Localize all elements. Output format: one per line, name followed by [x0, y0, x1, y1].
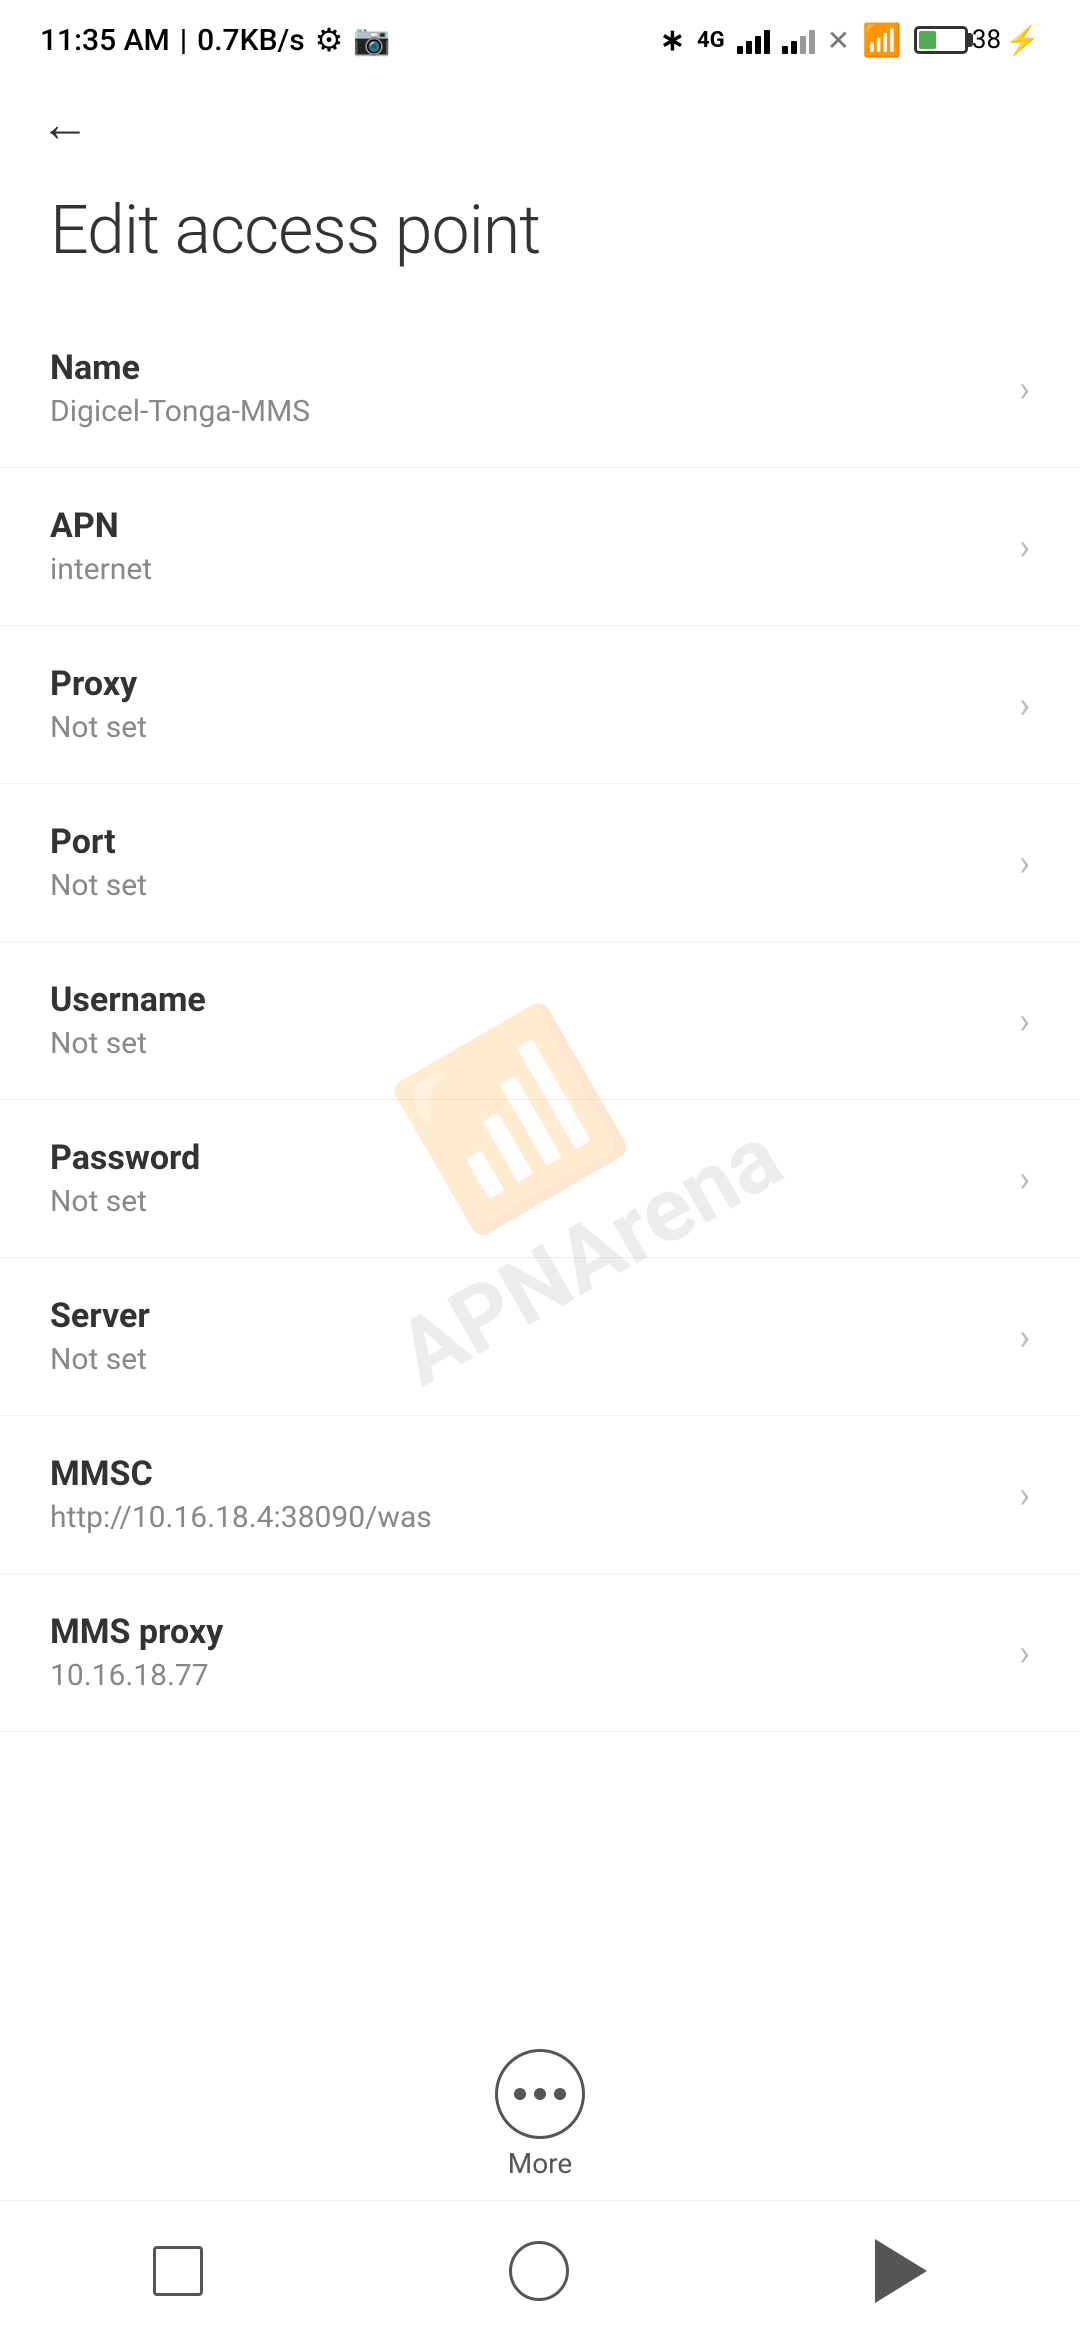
- back-button[interactable]: ←: [0, 80, 1080, 160]
- network-speed: 0.7KB/s: [197, 23, 304, 58]
- chevron-icon-port: ›: [1019, 842, 1030, 884]
- charging-icon: ⚡: [1005, 24, 1040, 57]
- item-label-apn: APN: [50, 506, 999, 546]
- settings-item-password[interactable]: Password Not set ›: [0, 1100, 1080, 1258]
- battery-percent: 38: [972, 25, 1001, 55]
- status-left: 11:35 AM | 0.7KB/s ⚙ 📷: [40, 21, 391, 59]
- item-label-server: Server: [50, 1296, 999, 1336]
- battery-indicator: 38 ⚡: [914, 24, 1040, 57]
- more-dots: [514, 2088, 566, 2100]
- item-label-password: Password: [50, 1138, 999, 1178]
- more-label: More: [508, 2147, 573, 2180]
- item-label-proxy: Proxy: [50, 664, 999, 704]
- settings-item-mmsc[interactable]: MMSC http://10.16.18.4:38090/was ›: [0, 1416, 1080, 1574]
- chevron-icon-password: ›: [1019, 1158, 1030, 1200]
- item-value-password: Not set: [50, 1184, 999, 1219]
- item-content-username: Username Not set: [50, 980, 999, 1061]
- item-value-apn: internet: [50, 552, 999, 587]
- nav-recents-button[interactable]: [153, 2246, 203, 2296]
- item-label-mms-proxy: MMS proxy: [50, 1612, 999, 1652]
- item-value-name: Digicel-Tonga-MMS: [50, 394, 999, 429]
- lte-badge: 4G: [697, 28, 725, 53]
- more-dot-2: [534, 2088, 546, 2100]
- chevron-icon-proxy: ›: [1019, 684, 1030, 726]
- item-content-mms-proxy: MMS proxy 10.16.18.77: [50, 1612, 999, 1693]
- more-dot-3: [554, 2088, 566, 2100]
- more-dot-1: [514, 2088, 526, 2100]
- item-content-name: Name Digicel-Tonga-MMS: [50, 348, 999, 429]
- more-circle-icon: [495, 2049, 585, 2139]
- settings-item-username[interactable]: Username Not set ›: [0, 942, 1080, 1100]
- battery-fill: [919, 31, 936, 49]
- wifi-icon: 📶: [862, 21, 902, 59]
- page-title: Edit access point: [0, 160, 1080, 310]
- camera-icon: 📷: [353, 23, 390, 58]
- settings-icon: ⚙: [315, 21, 344, 59]
- signal-x-icon: ✕: [827, 24, 850, 57]
- settings-item-port[interactable]: Port Not set ›: [0, 784, 1080, 942]
- nav-home-button[interactable]: [509, 2241, 569, 2301]
- item-content-mmsc: MMSC http://10.16.18.4:38090/was: [50, 1454, 999, 1535]
- settings-item-proxy[interactable]: Proxy Not set ›: [0, 626, 1080, 784]
- navigation-bar: [0, 2200, 1080, 2340]
- settings-item-mms-proxy[interactable]: MMS proxy 10.16.18.77 ›: [0, 1574, 1080, 1732]
- item-content-port: Port Not set: [50, 822, 999, 903]
- chevron-icon-mmsc: ›: [1019, 1474, 1030, 1516]
- item-label-name: Name: [50, 348, 999, 388]
- item-value-mmsc: http://10.16.18.4:38090/was: [50, 1500, 999, 1535]
- item-content-password: Password Not set: [50, 1138, 999, 1219]
- settings-item-server[interactable]: Server Not set ›: [0, 1258, 1080, 1416]
- time-display: 11:35 AM: [40, 23, 170, 58]
- item-label-port: Port: [50, 822, 999, 862]
- chevron-icon-username: ›: [1019, 1000, 1030, 1042]
- speed-display: |: [180, 23, 187, 58]
- item-label-mmsc: MMSC: [50, 1454, 999, 1494]
- item-value-mms-proxy: 10.16.18.77: [50, 1658, 999, 1693]
- item-value-proxy: Not set: [50, 710, 999, 745]
- item-value-port: Not set: [50, 868, 999, 903]
- signal-bars-secondary: [782, 26, 815, 54]
- item-value-username: Not set: [50, 1026, 999, 1061]
- chevron-icon-name: ›: [1019, 368, 1030, 410]
- bluetooth-icon: ∗: [660, 23, 685, 58]
- chevron-icon-server: ›: [1019, 1316, 1030, 1358]
- back-arrow-icon: ←: [40, 96, 90, 154]
- signal-bars-primary: [737, 26, 770, 54]
- settings-list: Name Digicel-Tonga-MMS › APN internet › …: [0, 310, 1080, 1732]
- status-right: ∗ 4G ✕ 📶 38 ⚡: [660, 21, 1040, 59]
- nav-back-button[interactable]: [875, 2239, 927, 2303]
- settings-item-name[interactable]: Name Digicel-Tonga-MMS ›: [0, 310, 1080, 468]
- item-content-proxy: Proxy Not set: [50, 664, 999, 745]
- more-button[interactable]: More: [495, 2049, 585, 2180]
- battery-box: [914, 26, 968, 54]
- chevron-icon-mms-proxy: ›: [1019, 1632, 1030, 1674]
- item-content-apn: APN internet: [50, 506, 999, 587]
- settings-item-apn[interactable]: APN internet ›: [0, 468, 1080, 626]
- item-value-server: Not set: [50, 1342, 999, 1377]
- chevron-icon-apn: ›: [1019, 526, 1030, 568]
- item-content-server: Server Not set: [50, 1296, 999, 1377]
- status-bar: 11:35 AM | 0.7KB/s ⚙ 📷 ∗ 4G ✕ 📶 38 ⚡: [0, 0, 1080, 80]
- item-label-username: Username: [50, 980, 999, 1020]
